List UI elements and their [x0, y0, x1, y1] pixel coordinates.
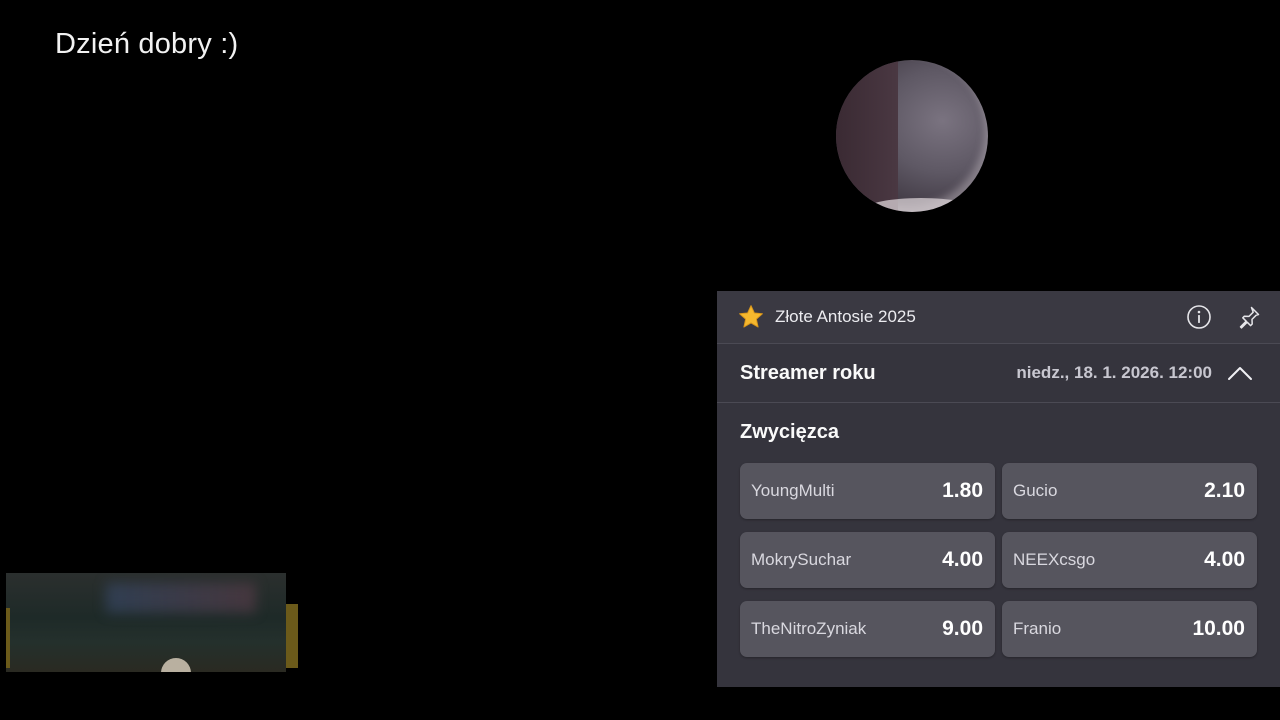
panel-header: Złote Antosie 2025	[717, 291, 1280, 344]
odds-button[interactable]: MokrySuchar 4.00	[740, 532, 995, 588]
betting-panel: Złote Antosie 2025 Streamer roku niedz.,…	[717, 291, 1280, 687]
selection-name: YoungMulti	[751, 481, 835, 500]
event-name: Streamer roku	[740, 361, 876, 384]
star-icon	[737, 303, 765, 331]
info-icon[interactable]	[1186, 304, 1212, 330]
event-datetime: niedz., 18. 1. 2026. 12:00	[1016, 363, 1212, 382]
selection-name: MokrySuchar	[751, 550, 852, 569]
selection-odds: 2.10	[1204, 479, 1245, 502]
selection-name: NEEXcsgo	[1013, 550, 1096, 569]
pin-icon[interactable]	[1236, 304, 1262, 330]
market-title: Zwycięzca	[740, 421, 839, 443]
selection-odds: 4.00	[1204, 548, 1245, 571]
selection-name: Gucio	[1013, 481, 1058, 500]
selection-odds: 4.00	[942, 548, 983, 571]
odds-button[interactable]: NEEXcsgo 4.00	[1002, 532, 1257, 588]
odds-button[interactable]: YoungMulti 1.80	[740, 463, 995, 519]
odds-button[interactable]: Franio 10.00	[1002, 601, 1257, 657]
selection-odds: 9.00	[942, 617, 983, 640]
greeting-text: Dzień dobry :)	[55, 28, 239, 60]
selection-odds: 10.00	[1192, 617, 1245, 640]
chevron-up-icon[interactable]	[1226, 359, 1254, 387]
odds-button[interactable]: TheNitroZyniak 9.00	[740, 601, 995, 657]
selection-name: Franio	[1013, 619, 1062, 638]
odds-grid: YoungMulti 1.80 Gucio 2.10 MokrySuchar 4…	[717, 445, 1280, 657]
event-row[interactable]: Streamer roku niedz., 18. 1. 2026. 12:00	[717, 344, 1280, 403]
stream-thumbnail	[6, 573, 286, 672]
selection-name: TheNitroZyniak	[751, 619, 867, 638]
odds-button[interactable]: Gucio 2.10	[1002, 463, 1257, 519]
thumbnail-edge	[286, 604, 298, 668]
panel-title: Złote Antosie 2025	[775, 307, 916, 326]
webcam-circle	[836, 60, 988, 212]
selection-odds: 1.80	[942, 479, 983, 502]
